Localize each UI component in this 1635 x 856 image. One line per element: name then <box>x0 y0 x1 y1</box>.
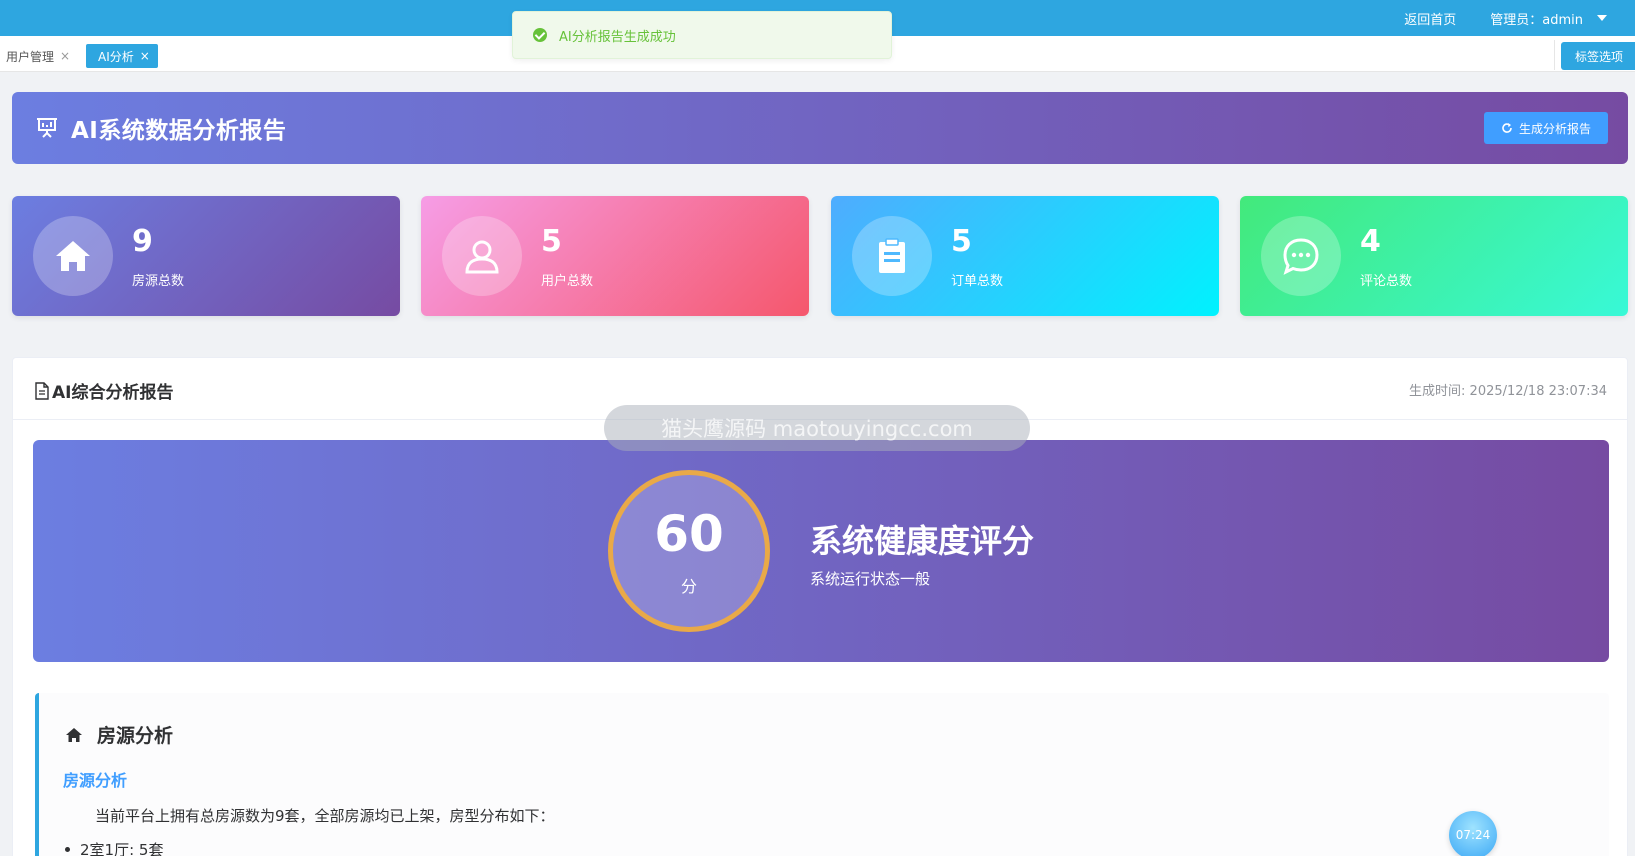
home-icon <box>66 727 82 742</box>
top-right-menu: 返回首页 管理员：admin <box>1404 0 1607 36</box>
check-circle-icon <box>533 28 547 42</box>
tab-options-button[interactable]: 标签选项 <box>1561 42 1635 70</box>
admin-label: 管理员：admin <box>1490 12 1583 28</box>
presentation-icon <box>37 118 57 138</box>
tab-divider <box>1554 40 1555 70</box>
score-unit: 分 <box>680 577 697 596</box>
stat-label: 评论总数 <box>1360 274 1413 289</box>
health-score: 60 <box>654 505 724 563</box>
health-title: 系统健康度评分 <box>810 522 1035 560</box>
success-toast: AI分析报告生成成功 <box>512 11 892 59</box>
admin-dropdown[interactable]: 管理员：admin <box>1490 9 1607 28</box>
watermark: 猫头鹰源码 maotouyingcc.com <box>604 405 1030 451</box>
card-icon-circle <box>442 216 522 296</box>
stat-label: 订单总数 <box>951 274 1004 289</box>
stat-value: 4 <box>1360 224 1381 259</box>
toast-message: AI分析报告生成成功 <box>559 29 676 45</box>
card-icon-circle <box>852 216 932 296</box>
refresh-icon <box>1502 123 1512 133</box>
health-subtitle: 系统运行状态一般 <box>810 570 931 588</box>
home-icon <box>56 241 90 271</box>
stat-value: 5 <box>541 224 562 259</box>
section-subtitle: 房源分析 <box>63 771 128 790</box>
listing-analysis-section: 房源分析 房源分析 当前平台上拥有总房源数为9套，全部房源均已上架，房型分布如下… <box>35 693 1609 856</box>
report-title-text: AI综合分析报告 <box>52 383 174 403</box>
stat-card-users: 5 用户总数 <box>421 196 809 316</box>
bullet-icon <box>65 847 70 852</box>
floating-clock-widget[interactable]: 07:24 <box>1449 811 1497 856</box>
section-paragraph: 当前平台上拥有总房源数为9套，全部房源均已上架，房型分布如下： <box>95 807 555 825</box>
generate-report-label: 生成分析报告 <box>1518 121 1591 136</box>
generate-report-button[interactable]: 生成分析报告 <box>1484 112 1608 144</box>
close-icon[interactable]: × <box>140 49 150 63</box>
page-title: AI系统数据分析报告 <box>71 118 287 144</box>
tab-label: AI分析 <box>98 49 134 64</box>
stat-card-orders: 5 订单总数 <box>831 196 1219 316</box>
card-icon-circle <box>1261 216 1341 296</box>
stat-value: 5 <box>951 224 972 259</box>
document-icon <box>35 381 49 400</box>
tab-label: 用户管理 <box>6 49 55 64</box>
report-timestamp: 生成时间: 2025/12/18 23:07:34 <box>1409 384 1607 399</box>
score-ring: 60 分 <box>608 470 770 632</box>
section-title-text: 房源分析 <box>97 725 174 747</box>
close-icon[interactable]: × <box>60 49 70 63</box>
page-header-banner: AI系统数据分析报告 生成分析报告 <box>12 92 1628 164</box>
home-link[interactable]: 返回首页 <box>1404 9 1456 28</box>
clipboard-icon <box>879 238 905 273</box>
list-item: 2室1厅: 5套 <box>65 839 163 856</box>
user-icon <box>465 240 499 274</box>
stat-card-comments: 4 评论总数 <box>1240 196 1628 316</box>
stat-value: 9 <box>132 224 153 259</box>
list-item-text: 2室1厅: 5套 <box>80 841 164 856</box>
report-title: AI综合分析报告 <box>34 378 173 403</box>
section-title: 房源分析 <box>65 721 173 748</box>
health-score-banner: 60 分 系统健康度评分 系统运行状态一般 <box>33 440 1609 662</box>
stat-label: 用户总数 <box>541 274 594 289</box>
chat-icon <box>1283 238 1319 275</box>
stat-card-listings: 9 房源总数 <box>12 196 400 316</box>
stat-label: 房源总数 <box>132 274 185 289</box>
card-icon-circle <box>33 216 113 296</box>
caret-down-icon <box>1597 15 1607 21</box>
tab-user-management[interactable]: 用户管理 × <box>0 44 76 68</box>
tab-ai-analysis[interactable]: AI分析 × <box>86 44 158 68</box>
